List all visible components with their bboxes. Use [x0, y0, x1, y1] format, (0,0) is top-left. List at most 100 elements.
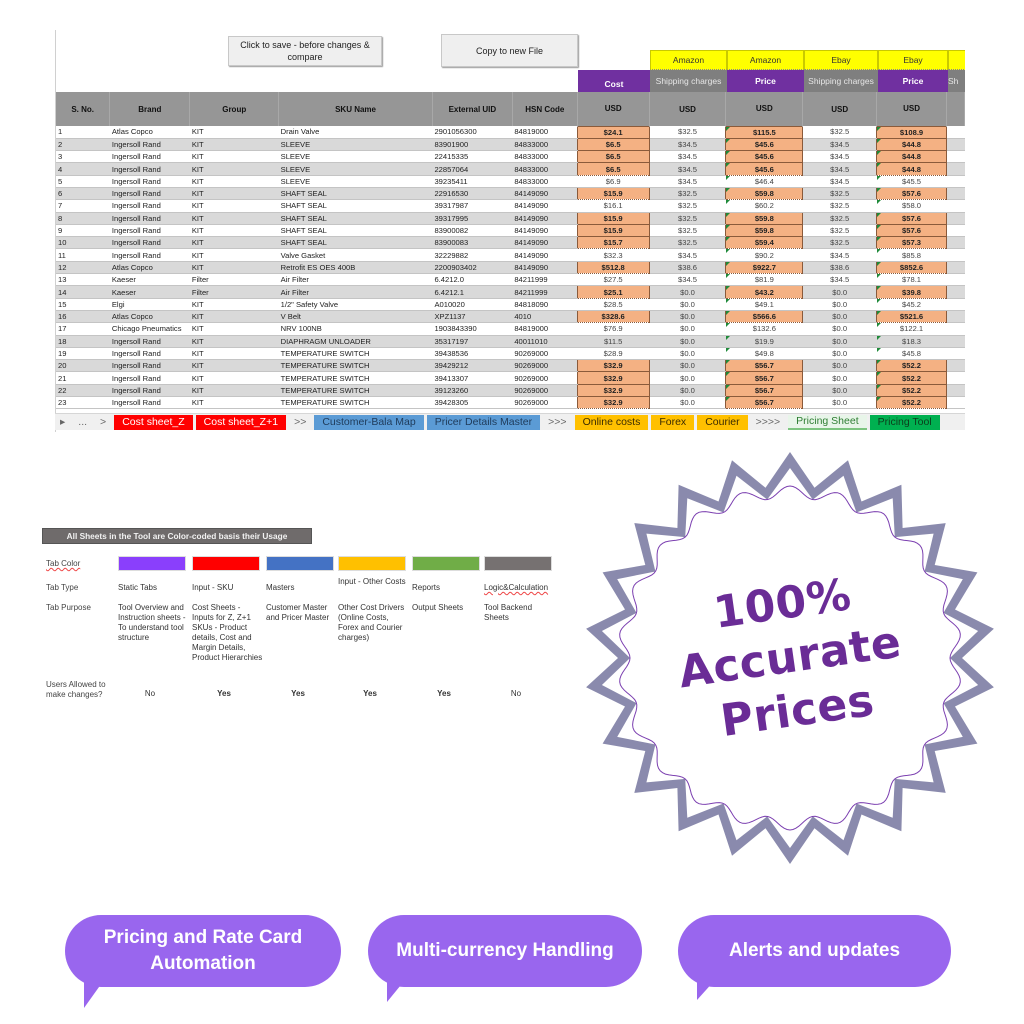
cell-next[interactable]	[946, 162, 965, 176]
cell-next[interactable]	[946, 150, 965, 164]
cell-ebay-price[interactable]: $57.6	[876, 223, 947, 238]
cell-ebay-shipping[interactable]: $34.5	[802, 150, 877, 164]
cell-brand[interactable]: Ingersoll Rand	[109, 396, 190, 410]
cell-amazon-price[interactable]: $56.7	[725, 396, 804, 410]
cell-cost[interactable]: $328.6	[576, 309, 650, 324]
cell-next[interactable]	[946, 224, 965, 238]
cell-ebay-shipping[interactable]: $0.0	[802, 371, 877, 385]
cell-sku-name[interactable]: Retrofit ES OES 400B	[278, 261, 433, 275]
cell-hsn-code[interactable]: 84819000	[512, 322, 578, 336]
cell-amazon-price[interactable]: $566.6	[725, 309, 804, 324]
cell-ebay-shipping[interactable]: $0.0	[802, 396, 877, 410]
cell-group[interactable]: KIT	[189, 187, 279, 201]
cell-ebay-price[interactable]: $57.3	[876, 236, 947, 250]
cell-hsn-code[interactable]: 90269000	[512, 347, 578, 361]
cell-group[interactable]: KIT	[189, 371, 279, 385]
cell-sku-name[interactable]: NRV 100NB	[278, 322, 433, 336]
cell-amazon-price[interactable]: $56.7	[725, 383, 804, 398]
cell-ebay-shipping[interactable]: $34.5	[802, 138, 877, 152]
cell-sku-name[interactable]: Air Filter	[278, 273, 433, 287]
cell-brand[interactable]: Ingersoll Rand	[109, 371, 190, 385]
cell-brand[interactable]: Ingersoll Rand	[109, 347, 190, 361]
cell-ebay-shipping[interactable]: $0.0	[802, 359, 877, 373]
cell-ebay-shipping[interactable]: $32.5	[802, 224, 877, 238]
cell-group[interactable]: KIT	[189, 310, 279, 324]
column-header-ebay-price-usd[interactable]: USD	[876, 92, 947, 126]
cell-ebay-price[interactable]: $52.2	[876, 396, 947, 410]
cell-hsn-code[interactable]: 84211999	[512, 273, 578, 287]
cell-amazon-shipping[interactable]: $34.5	[649, 248, 726, 262]
cell-group[interactable]: KIT	[189, 261, 279, 275]
cell-next[interactable]	[946, 298, 965, 311]
cell-group[interactable]: KIT	[189, 298, 279, 311]
cell-external-uid[interactable]: 22857064	[432, 162, 513, 176]
cell-sno[interactable]: 20	[56, 359, 110, 373]
cell-cost[interactable]: $16.1	[577, 199, 650, 213]
cell-ebay-price[interactable]: $45.8	[876, 347, 947, 361]
cell-next[interactable]	[946, 371, 965, 385]
column-header-cost-usd[interactable]: USD	[577, 92, 650, 126]
tab-scroll-button[interactable]: >>>	[543, 415, 571, 430]
cell-amazon-shipping[interactable]: $32.5	[649, 187, 726, 201]
cell-brand[interactable]: Ingersoll Rand	[109, 138, 190, 152]
cell-external-uid[interactable]: 39428305	[432, 396, 513, 410]
cell-next[interactable]	[946, 396, 965, 410]
cell-external-uid[interactable]: 39317987	[432, 199, 513, 213]
cell-hsn-code[interactable]: 84149090	[512, 199, 578, 213]
cell-amazon-shipping[interactable]: $0.0	[649, 396, 726, 410]
cell-ebay-price[interactable]: $39.8	[876, 285, 947, 299]
sheet-tab-customer-bala-map[interactable]: Customer-Bala Map	[314, 414, 424, 430]
cell-ebay-price[interactable]: $852.6	[876, 260, 947, 275]
cell-external-uid[interactable]: 6.4212.0	[432, 273, 513, 287]
cell-amazon-price[interactable]: $922.7	[725, 260, 804, 275]
cell-hsn-code[interactable]: 84833000	[512, 175, 578, 188]
scroll-left-arrow-icon[interactable]: ▸	[55, 415, 70, 430]
cell-hsn-code[interactable]: 84819000	[512, 126, 578, 139]
cell-brand[interactable]: Atlas Copco	[109, 310, 190, 324]
cell-brand[interactable]: Elgi	[109, 298, 190, 311]
cell-amazon-shipping[interactable]: $34.5	[649, 175, 726, 188]
cell-amazon-price[interactable]: $59.4	[725, 236, 804, 250]
cell-ebay-shipping[interactable]: $32.5	[802, 126, 877, 139]
cell-amazon-price[interactable]: $60.2	[725, 199, 803, 213]
cell-external-uid[interactable]: A010020	[432, 298, 513, 311]
cell-sku-name[interactable]: SHAFT SEAL	[278, 224, 433, 238]
cell-hsn-code[interactable]: 84833000	[512, 150, 578, 164]
cell-amazon-shipping[interactable]: $32.5	[649, 126, 726, 139]
cell-sku-name[interactable]: TEMPERATURE SWITCH	[278, 371, 433, 385]
column-header-brand[interactable]: Brand	[109, 92, 191, 126]
cell-next[interactable]	[946, 384, 965, 398]
cell-hsn-code[interactable]: 90269000	[512, 396, 578, 410]
cell-sno[interactable]: 17	[56, 322, 110, 336]
cell-group[interactable]: KIT	[189, 248, 279, 262]
cell-group[interactable]: Filter	[189, 285, 279, 299]
cell-group[interactable]: KIT	[189, 138, 279, 152]
cell-amazon-price[interactable]: $43.2	[725, 285, 804, 299]
cell-ebay-price[interactable]: $122.1	[876, 322, 947, 336]
cell-next[interactable]	[946, 126, 965, 139]
cell-group[interactable]: KIT	[189, 175, 279, 188]
cell-sku-name[interactable]: SHAFT SEAL	[278, 199, 433, 213]
cell-external-uid[interactable]: 22415335	[432, 150, 513, 164]
column-header-hsn-code[interactable]: HSN Code	[512, 92, 578, 126]
cell-ebay-shipping[interactable]: $0.0	[802, 347, 877, 361]
cell-ebay-price[interactable]: $108.9	[876, 125, 947, 139]
column-header-ebay-shipping-usd[interactable]: USD	[802, 92, 878, 126]
cell-brand[interactable]: Ingersoll Rand	[109, 175, 190, 188]
cell-sno[interactable]: 3	[56, 150, 110, 164]
cell-amazon-shipping[interactable]: $34.5	[649, 150, 726, 164]
cell-amazon-shipping[interactable]: $34.5	[649, 138, 726, 152]
cell-sku-name[interactable]: SLEEVE	[278, 138, 433, 152]
cell-external-uid[interactable]: 2901056300	[432, 126, 513, 139]
cell-next[interactable]	[946, 248, 965, 262]
cell-sno[interactable]: 1	[56, 126, 110, 139]
cell-group[interactable]: KIT	[189, 236, 279, 250]
cell-sku-name[interactable]: TEMPERATURE SWITCH	[278, 359, 433, 373]
cell-amazon-shipping[interactable]: $0.0	[649, 384, 726, 398]
sheet-tab-online-costs[interactable]: Online costs	[574, 414, 649, 430]
cell-ebay-shipping[interactable]: $0.0	[802, 384, 877, 398]
cell-amazon-shipping[interactable]: $0.0	[649, 310, 726, 324]
cell-brand[interactable]: Ingersoll Rand	[109, 150, 190, 164]
cell-group[interactable]: KIT	[189, 212, 279, 225]
cell-hsn-code[interactable]: 84818090	[512, 298, 578, 311]
